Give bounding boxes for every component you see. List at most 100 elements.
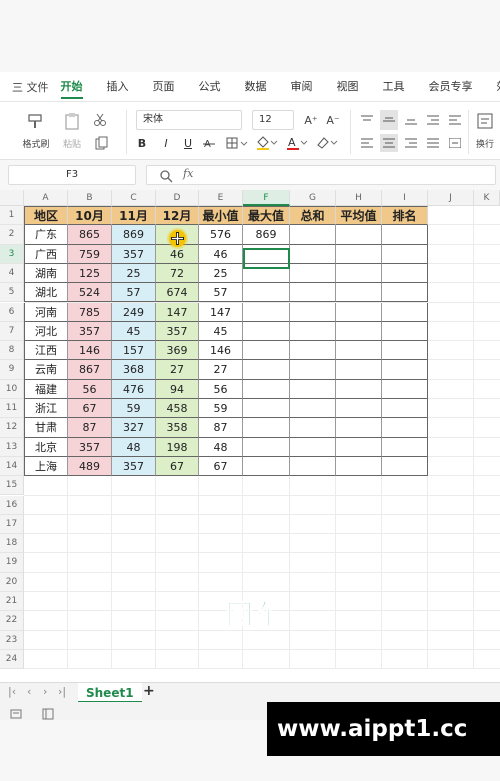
data-cell[interactable]: 358 [156, 418, 199, 438]
data-cell[interactable]: 157 [112, 341, 156, 361]
data-cell[interactable]: 368 [112, 360, 156, 380]
header-cell[interactable]: 总和 [290, 206, 336, 226]
font-size-select[interactable]: 12 [252, 110, 294, 130]
data-cell[interactable] [336, 399, 382, 419]
select-all-corner[interactable] [0, 190, 24, 206]
data-cell[interactable]: 785 [68, 302, 112, 322]
tab-page[interactable]: 页面 [141, 72, 187, 102]
data-cell[interactable] [382, 418, 428, 438]
tab-efficiency[interactable]: 效 [485, 72, 500, 102]
data-cell[interactable] [336, 225, 382, 245]
data-cell[interactable] [243, 399, 290, 419]
column-header-a[interactable]: A [24, 190, 68, 206]
data-cell[interactable] [382, 437, 428, 457]
data-cell[interactable] [382, 341, 428, 361]
data-cell[interactable]: 458 [156, 399, 199, 419]
data-cell[interactable]: 867 [68, 360, 112, 380]
active-cell-selection[interactable] [243, 248, 290, 269]
data-cell[interactable] [290, 302, 336, 322]
data-cell[interactable]: 198 [156, 437, 199, 457]
data-cell[interactable]: 46 [156, 244, 199, 264]
font-color-icon[interactable]: A [284, 134, 310, 152]
header-cell[interactable]: 平均值 [336, 206, 382, 226]
row-header-23[interactable]: 23 [0, 630, 24, 650]
data-cell[interactable]: 59 [199, 399, 243, 419]
header-cell[interactable]: 排名 [382, 206, 428, 226]
data-cell[interactable] [382, 302, 428, 322]
tab-insert[interactable]: 插入 [95, 72, 141, 102]
data-cell[interactable] [382, 456, 428, 477]
data-cell[interactable]: 67 [199, 456, 243, 477]
row-header-11[interactable]: 11 [0, 399, 24, 419]
row-header-21[interactable]: 21 [0, 592, 24, 612]
data-cell[interactable]: 87 [68, 418, 112, 438]
data-cell[interactable]: 25 [199, 263, 243, 284]
column-header-h[interactable]: H [336, 190, 382, 206]
data-cell[interactable]: 北京 [24, 437, 68, 457]
data-cell[interactable] [336, 341, 382, 361]
align-top-icon[interactable] [358, 110, 376, 130]
align-middle-icon[interactable] [380, 110, 398, 130]
last-sheet-icon[interactable]: ›| [58, 685, 66, 698]
data-cell[interactable] [290, 244, 336, 264]
data-cell[interactable] [243, 379, 290, 399]
data-cell[interactable]: 865 [68, 225, 112, 245]
data-cell[interactable] [382, 399, 428, 419]
file-menu[interactable]: 三 文件 [0, 79, 49, 95]
data-cell[interactable]: 浙江 [24, 399, 68, 419]
data-cell[interactable]: 25 [112, 263, 156, 284]
bold-button[interactable]: B [134, 134, 150, 152]
indent-decrease-icon[interactable] [424, 110, 442, 130]
data-cell[interactable] [336, 302, 382, 322]
data-cell[interactable] [382, 263, 428, 284]
data-cell[interactable]: 72 [156, 263, 199, 284]
data-cell[interactable]: 357 [112, 456, 156, 477]
shrink-font-button[interactable]: A⁻ [324, 110, 342, 130]
paste-icon[interactable] [60, 110, 84, 132]
data-cell[interactable] [290, 283, 336, 303]
align-right-icon[interactable] [402, 134, 420, 152]
data-cell[interactable]: 146 [199, 341, 243, 361]
row-header-19[interactable]: 19 [0, 553, 24, 573]
row-header-7[interactable]: 7 [0, 321, 24, 342]
data-cell[interactable]: 147 [199, 302, 243, 322]
row-header-3[interactable]: 3 [0, 244, 24, 264]
data-cell[interactable] [290, 321, 336, 342]
data-cell[interactable]: 357 [112, 244, 156, 264]
tab-formula[interactable]: 公式 [187, 72, 233, 102]
row-header-10[interactable]: 10 [0, 379, 24, 399]
data-cell[interactable] [290, 456, 336, 477]
data-cell[interactable]: 869 [243, 225, 290, 245]
data-cell[interactable] [382, 321, 428, 342]
row-header-1[interactable]: 1 [0, 206, 24, 226]
data-cell[interactable]: 59 [112, 399, 156, 419]
column-header-e[interactable]: E [199, 190, 243, 206]
next-sheet-icon[interactable]: › [43, 685, 47, 698]
data-cell[interactable]: 357 [68, 321, 112, 342]
formula-input[interactable]: fx [146, 165, 496, 185]
data-cell[interactable]: 48 [199, 437, 243, 457]
data-cell[interactable]: 46 [199, 244, 243, 264]
data-cell[interactable]: 147 [156, 302, 199, 322]
data-cell[interactable] [290, 437, 336, 457]
header-cell[interactable]: 最大值 [243, 206, 290, 226]
border-icon[interactable] [224, 134, 250, 152]
prev-sheet-icon[interactable]: ‹ [27, 685, 31, 698]
data-cell[interactable]: 357 [68, 437, 112, 457]
data-cell[interactable] [336, 418, 382, 438]
data-cell[interactable] [382, 225, 428, 245]
data-cell[interactable] [290, 360, 336, 380]
cut-icon[interactable] [90, 110, 110, 130]
data-cell[interactable]: 福建 [24, 379, 68, 399]
zoom-search-icon[interactable] [159, 168, 173, 187]
data-cell[interactable]: 369 [156, 341, 199, 361]
row-header-2[interactable]: 2 [0, 225, 24, 245]
data-cell[interactable] [336, 437, 382, 457]
strikethrough-icon[interactable]: A [200, 134, 218, 152]
data-cell[interactable] [290, 399, 336, 419]
data-cell[interactable] [336, 379, 382, 399]
header-cell[interactable]: 12月 [156, 206, 199, 226]
data-cell[interactable]: 327 [112, 418, 156, 438]
data-cell[interactable]: 489 [68, 456, 112, 477]
data-cell[interactable] [382, 283, 428, 303]
